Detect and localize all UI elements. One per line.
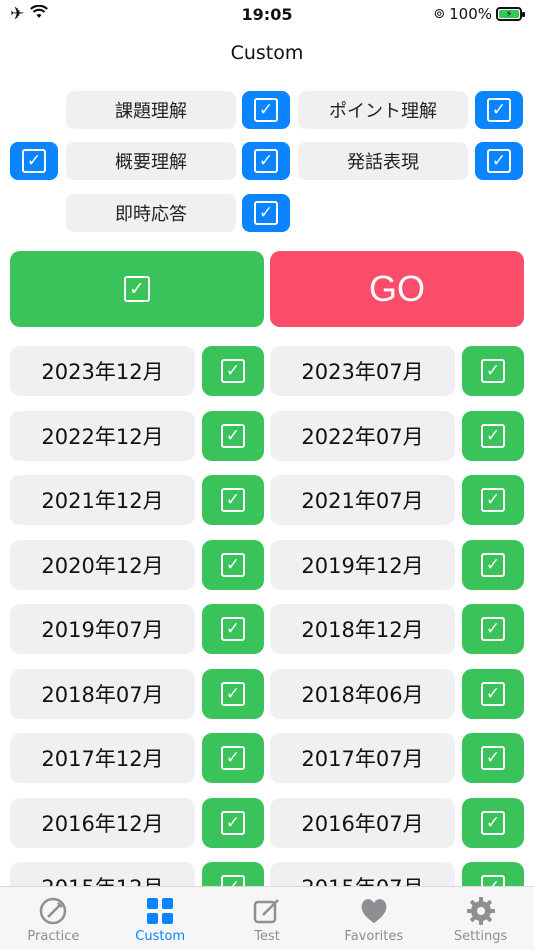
grid-icon [144,895,176,927]
category-label-0[interactable]: 課題理解 [66,91,236,129]
checkmark-icon: ✓ [487,98,511,122]
date-label[interactable]: 2022年07月 [270,411,455,461]
date-label[interactable]: 2023年07月 [270,346,455,396]
date-label[interactable]: 2016年07月 [270,798,455,848]
date-checkbox[interactable]: ✓ [462,604,524,654]
category-label-4[interactable]: 即時応答 [66,194,236,232]
date-label[interactable]: 2018年12月 [270,604,455,654]
checkmark-icon: ✓ [254,201,278,225]
go-button[interactable]: GO [270,251,524,327]
tab-label: Practice [27,929,80,944]
category-label-1[interactable]: ポイント理解 [298,91,468,129]
checkmark-icon: ✓ [481,746,505,770]
status-bar: ✈ 19:05 ⊚ 100% ⚡ [0,0,534,30]
checkmark-icon: ✓ [481,488,505,512]
checkmark-icon: ✓ [481,424,505,448]
date-label[interactable]: 2018年07月 [10,669,195,719]
category-checkbox-3[interactable]: ✓ [475,142,523,180]
checkmark-icon: ✓ [221,488,245,512]
checkmark-icon: ✓ [221,811,245,835]
date-checkbox[interactable]: ✓ [462,411,524,461]
battery-percent: 100% [449,5,492,23]
battery-charging-icon: ⚡ [499,9,519,20]
heart-icon [358,895,390,927]
pencil-circle-icon [37,895,69,927]
checkmark-icon: ✓ [481,811,505,835]
date-label[interactable]: 2018年06月 [270,669,455,719]
tab-practice[interactable]: Practice [0,887,107,950]
orientation-lock-icon: ⊚ [433,6,446,22]
select-all-categories-checkbox[interactable]: ✓ [10,142,58,180]
page-title: Custom [230,42,304,64]
date-checkbox[interactable]: ✓ [202,669,264,719]
tab-favorites[interactable]: Favorites [320,887,427,950]
checkmark-icon: ✓ [481,682,505,706]
checkmark-icon: ✓ [221,682,245,706]
checkmark-icon: ✓ [221,424,245,448]
checkmark-icon: ✓ [124,276,150,302]
checkmark-icon: ✓ [487,149,511,173]
checkmark-icon: ✓ [221,359,245,383]
date-checkbox[interactable]: ✓ [462,733,524,783]
tab-label: Settings [453,929,508,944]
date-checkbox[interactable]: ✓ [462,475,524,525]
checkmark-icon: ✓ [22,149,46,173]
edit-square-icon [251,895,283,927]
date-label[interactable]: 2019年12月 [270,540,455,590]
date-label[interactable]: 2017年07月 [270,733,455,783]
checkmark-icon: ✓ [481,617,505,641]
date-label[interactable]: 2020年12月 [10,540,195,590]
date-checkbox[interactable]: ✓ [202,733,264,783]
checkmark-icon: ✓ [481,359,505,383]
tab-label: Custom [135,929,186,944]
battery-icon: ⚡ [496,7,525,21]
date-label[interactable]: 2016年12月 [10,798,195,848]
checkmark-icon: ✓ [221,617,245,641]
date-label[interactable]: 2021年12月 [10,475,195,525]
gear-icon [465,895,497,927]
date-label[interactable]: 2022年12月 [10,411,195,461]
category-checkbox-2[interactable]: ✓ [242,142,290,180]
date-checkbox[interactable]: ✓ [202,798,264,848]
checkmark-icon: ✓ [221,746,245,770]
status-right-icons: ⊚ 100% ⚡ [433,5,525,23]
date-label[interactable]: 2021年07月 [270,475,455,525]
date-checkbox[interactable]: ✓ [202,346,264,396]
checkmark-icon: ✓ [254,149,278,173]
date-label[interactable]: 2019年07月 [10,604,195,654]
date-checkbox[interactable]: ✓ [202,411,264,461]
date-label[interactable]: 2023年12月 [10,346,195,396]
checkmark-icon: ✓ [254,98,278,122]
date-checkbox[interactable]: ✓ [462,346,524,396]
date-label[interactable]: 2017年12月 [10,733,195,783]
category-checkbox-4[interactable]: ✓ [242,194,290,232]
checkmark-icon: ✓ [221,553,245,577]
date-checkbox[interactable]: ✓ [202,604,264,654]
date-checkbox[interactable]: ✓ [462,540,524,590]
tab-bar: Practice Custom Test Favorites Settings [0,886,534,950]
tab-test[interactable]: Test [214,887,321,950]
tab-label: Favorites [344,929,404,944]
date-checkbox[interactable]: ✓ [462,798,524,848]
tab-label: Test [254,929,280,944]
tab-custom[interactable]: Custom [107,887,214,950]
tab-settings[interactable]: Settings [427,887,534,950]
date-checkbox[interactable]: ✓ [462,669,524,719]
select-all-dates-button[interactable]: ✓ [10,251,264,327]
date-checkbox[interactable]: ✓ [202,540,264,590]
date-checkbox[interactable]: ✓ [202,475,264,525]
category-label-2[interactable]: 概要理解 [66,142,236,180]
category-checkbox-1[interactable]: ✓ [475,91,523,129]
category-checkbox-0[interactable]: ✓ [242,91,290,129]
category-label-3[interactable]: 発話表現 [298,142,468,180]
checkmark-icon: ✓ [481,553,505,577]
